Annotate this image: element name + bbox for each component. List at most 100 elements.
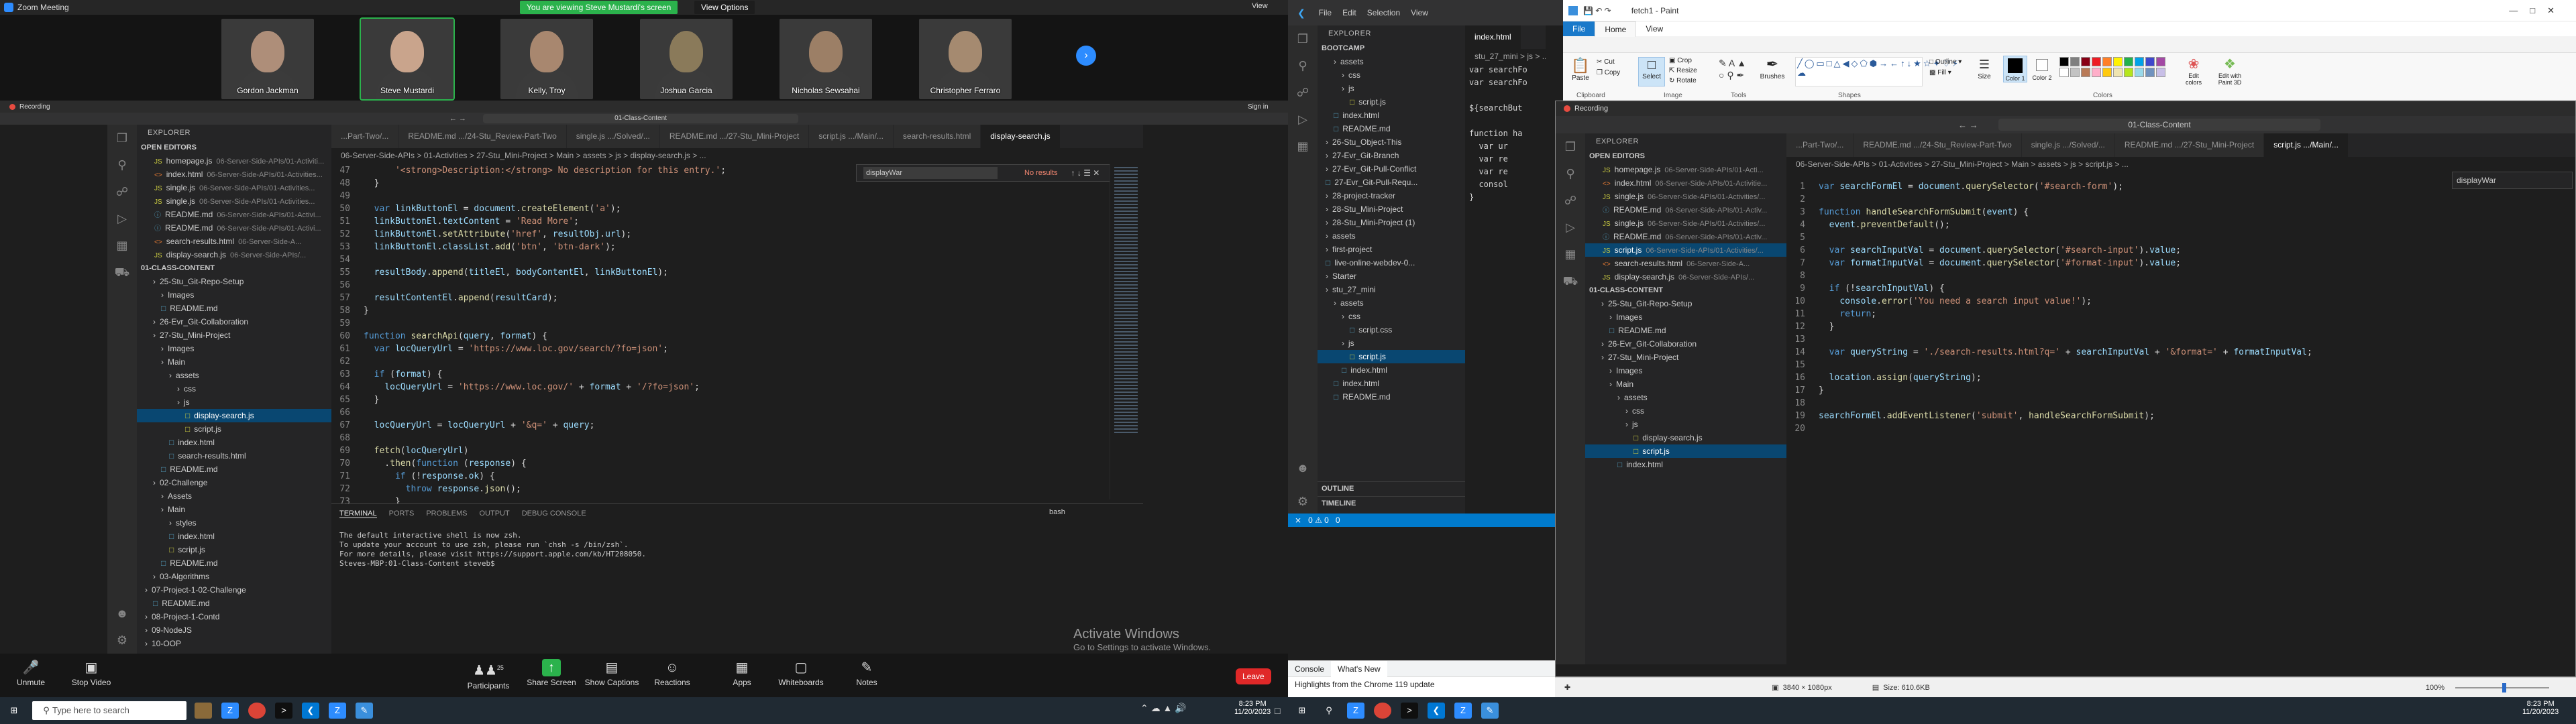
tools-group[interactable]: ✎ A ▲ ○ ⚲ ✒ bbox=[1719, 57, 1746, 81]
tree-item[interactable]: □ search-results.html bbox=[137, 449, 331, 463]
tree-item[interactable]: □ index.html bbox=[137, 436, 331, 449]
open-editor-item[interactable]: ⓘ README.md 06-Server-Side-APIs/01-Activi.… bbox=[137, 208, 331, 221]
tree-item[interactable]: › assets bbox=[1318, 55, 1465, 68]
explorer-icon[interactable]: ❐ bbox=[107, 125, 137, 152]
zoom-app-icon[interactable]: Z bbox=[1347, 703, 1364, 719]
editor-tab[interactable]: single.js .../Solved/... bbox=[2021, 133, 2115, 157]
tree-item[interactable]: › 28-project-tracker bbox=[1318, 189, 1465, 202]
editor-tab[interactable]: README.md .../24-Stu_Review-Part-Two bbox=[398, 125, 567, 148]
chrome-icon[interactable] bbox=[1374, 703, 1391, 719]
timeline-header[interactable]: TIMELINE bbox=[1318, 496, 1465, 509]
tree-item[interactable]: □ index.html bbox=[1318, 109, 1465, 122]
copy-button[interactable]: ❐ Copy bbox=[1597, 68, 1620, 78]
tree-item[interactable]: › assets bbox=[1318, 229, 1465, 243]
tree-item[interactable]: › assets bbox=[137, 369, 331, 382]
open-editor-item[interactable]: <> search-results.html 06-Server-Side-A... bbox=[137, 235, 331, 248]
tree-item[interactable]: □ README.md bbox=[1585, 324, 1786, 337]
rotate-button[interactable]: ↻ Rotate bbox=[1669, 76, 1697, 86]
shapes-gallery[interactable]: ╱◯▭□△◀◇⬠⬢→←↑↓★☆✦♡⚡☁ bbox=[1795, 57, 1958, 86]
tree-item[interactable]: □ index.html bbox=[1318, 363, 1465, 377]
open-editor-item[interactable]: ⓘ README.md 06-Server-Side-APIs/01-Activ..… bbox=[1585, 230, 1786, 243]
terminal-output[interactable]: The default interactive shell is now zsh… bbox=[331, 523, 1143, 568]
tree-item[interactable]: › 26-Evr_Git-Collaboration bbox=[1585, 337, 1786, 351]
run-debug-icon[interactable]: ▷ bbox=[1288, 106, 1318, 133]
tree-item[interactable]: › 03-Algorithms bbox=[137, 570, 331, 583]
tree-item[interactable]: › Images bbox=[1585, 310, 1786, 324]
next-page-icon[interactable]: › bbox=[1076, 46, 1096, 66]
tree-item[interactable]: □ script.js bbox=[1318, 350, 1465, 363]
quick-access-icons[interactable]: 💾 ↶ ↷ bbox=[1583, 6, 1611, 15]
paint-icon[interactable]: ✎ bbox=[356, 703, 373, 719]
open-editor-item[interactable]: JS single.js 06-Server-Side-APIs/01-Activi… bbox=[137, 194, 331, 208]
clock[interactable]: 8:23 PM 11/20/2023 bbox=[1234, 700, 1271, 716]
notifications-icon[interactable]: □ bbox=[1275, 705, 1280, 716]
edit-colors-button[interactable]: ❀ Edit colors bbox=[2180, 56, 2207, 86]
tree-item[interactable]: □ index.html bbox=[137, 530, 331, 543]
reactions-button[interactable]: ☺ Reactions bbox=[644, 659, 700, 687]
zoom-second-icon[interactable]: Z bbox=[329, 703, 346, 719]
crop-button[interactable]: ▣ Crop bbox=[1669, 56, 1697, 66]
tree-item[interactable]: □ script.js bbox=[137, 422, 331, 436]
tree-item[interactable]: › 27-Evr_Git-Branch bbox=[1318, 149, 1465, 162]
tree-item[interactable]: › css bbox=[1585, 404, 1786, 418]
command-search[interactable]: 01-Class-Content bbox=[483, 114, 798, 123]
menu-item[interactable]: Selection bbox=[1367, 8, 1400, 17]
editor-tab[interactable]: ...Part-Two/... bbox=[1786, 133, 1854, 157]
panel-tab[interactable]: OUTPUT bbox=[479, 509, 509, 518]
color-swatch[interactable] bbox=[2113, 57, 2123, 66]
tree-item[interactable]: › css bbox=[1318, 310, 1465, 323]
menu-item[interactable]: Edit bbox=[1342, 8, 1356, 17]
color-swatch[interactable] bbox=[2124, 68, 2133, 77]
extensions-icon[interactable]: ▦ bbox=[107, 232, 137, 259]
tree-item[interactable]: › Assets bbox=[137, 489, 331, 503]
open-editor-item[interactable]: <> search-results.html 06-Server-Side-A... bbox=[1585, 257, 1786, 270]
cut-button[interactable]: ✂ Cut bbox=[1597, 57, 1620, 68]
paint-tab[interactable]: View bbox=[1636, 21, 1672, 36]
docker-icon[interactable]: ⛟ bbox=[1556, 267, 1585, 294]
participant-tile[interactable]: Kelly, Troy bbox=[500, 19, 593, 99]
class-content-header[interactable]: 01-CLASS-CONTENT bbox=[1585, 284, 1786, 297]
tree-item[interactable]: › Main bbox=[137, 355, 331, 369]
brushes-button[interactable]: ✒ Brushes bbox=[1759, 56, 1786, 80]
open-editor-item[interactable]: JS single.js 06-Server-Side-APIs/01-Activi… bbox=[1585, 217, 1786, 230]
source-control-icon[interactable]: ☍ bbox=[107, 178, 137, 205]
color-swatch[interactable] bbox=[2081, 57, 2090, 66]
open-editor-item[interactable]: JS homepage.js 06-Server-Side-APIs/01-Acti… bbox=[1585, 163, 1786, 176]
terminal-icon[interactable]: > bbox=[275, 703, 292, 719]
color-swatch[interactable] bbox=[2059, 68, 2069, 77]
fill-dropdown[interactable]: ▩ Fill ▾ bbox=[1929, 68, 1962, 78]
tree-item[interactable]: › 26-Stu_Object-This bbox=[1318, 135, 1465, 149]
settings-gear-icon[interactable]: ⚙ bbox=[107, 627, 137, 654]
paint-tab[interactable]: Home bbox=[1595, 21, 1637, 37]
participant-tile[interactable]: Joshua Garcia bbox=[640, 19, 733, 99]
color-swatch[interactable] bbox=[2135, 68, 2144, 77]
class-content-header[interactable]: 01-CLASS-CONTENT bbox=[137, 261, 331, 275]
clock[interactable]: 8:23 PM 11/20/2023 bbox=[2522, 700, 2559, 716]
open-editor-item[interactable]: JS script.js 06-Server-Side-APIs/01-Activi… bbox=[1585, 243, 1786, 257]
open-editors-header[interactable]: OPEN EDITORS bbox=[137, 141, 331, 154]
stop-video-button[interactable]: ▣ Stop Video bbox=[63, 659, 119, 687]
account-icon[interactable]: ☻ bbox=[107, 600, 137, 627]
tree-item[interactable]: □ README.md bbox=[137, 556, 331, 570]
color-swatch[interactable] bbox=[2156, 57, 2165, 66]
tree-item[interactable]: › js bbox=[1318, 337, 1465, 350]
tree-item[interactable]: □ script.js bbox=[1585, 444, 1786, 458]
outline-dropdown[interactable]: □ Outline ▾ bbox=[1929, 57, 1962, 68]
editor-tab[interactable]: script.js .../Main/... bbox=[2264, 133, 2349, 157]
tree-item[interactable]: › stu_27_mini bbox=[1318, 283, 1465, 296]
status-ports[interactable]: 0 bbox=[1336, 516, 1340, 525]
tree-item[interactable]: □ index.html bbox=[1585, 458, 1786, 471]
color-swatch[interactable] bbox=[2102, 68, 2112, 77]
tree-item[interactable]: › first-project bbox=[1318, 243, 1465, 256]
color-swatch[interactable] bbox=[2059, 57, 2069, 66]
editor-tab[interactable]: ...Part-Two/... bbox=[331, 125, 399, 148]
color-swatch[interactable] bbox=[2081, 68, 2090, 77]
tree-item[interactable]: › Images bbox=[137, 342, 331, 355]
terminal-icon[interactable]: > bbox=[1401, 703, 1418, 719]
code-editor[interactable]: 47 '<strong>Description:</strong> No des… bbox=[331, 164, 1103, 503]
participant-tile[interactable]: Steve Mustardi bbox=[360, 17, 455, 101]
tree-item[interactable]: › 28-Stu_Mini-Project (1) bbox=[1318, 216, 1465, 229]
tree-item[interactable]: □ script.css bbox=[1318, 323, 1465, 337]
status-problems[interactable]: 0 ⚠ 0 bbox=[1308, 516, 1329, 525]
outline-header[interactable]: OUTLINE bbox=[1318, 481, 1465, 495]
